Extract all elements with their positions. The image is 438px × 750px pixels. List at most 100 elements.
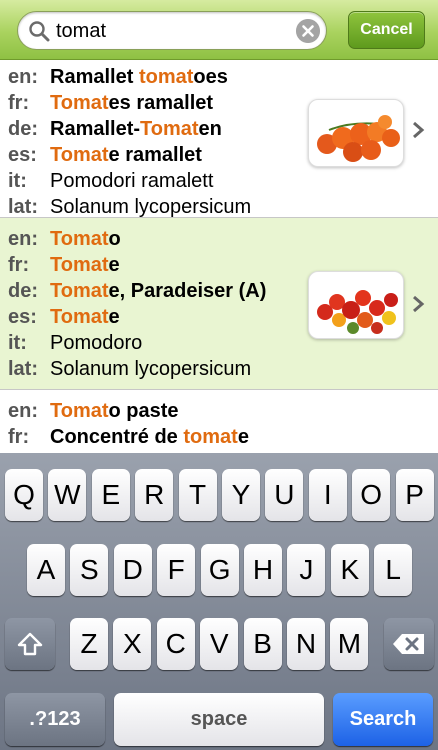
chevron-right-icon[interactable] — [411, 120, 425, 140]
key-s[interactable]: S — [70, 544, 109, 596]
term-text: Ramallet — [50, 66, 139, 88]
translation-term: Tomato — [50, 228, 121, 250]
translation-line: lat: Solanum lycopersicum — [8, 356, 251, 382]
translation-line: fr: Concentré de tomate — [8, 424, 249, 450]
language-code: fr: — [8, 254, 30, 276]
mixed-tomatoes-thumbnail — [308, 271, 404, 339]
language-code: es: — [8, 306, 37, 328]
key-y[interactable]: Y — [222, 469, 260, 521]
search-input[interactable] — [56, 18, 296, 44]
key-c[interactable]: C — [156, 618, 195, 670]
term-text: es ramallet — [108, 92, 214, 114]
search-icon — [29, 21, 50, 42]
language-code: de: — [8, 118, 38, 140]
match-highlight: tomat — [183, 426, 238, 448]
key-o[interactable]: O — [352, 469, 391, 521]
chevron-right-icon[interactable] — [411, 294, 425, 314]
key-a[interactable]: A — [27, 544, 65, 596]
term-text: e — [237, 426, 249, 448]
translation-term: Pomodori ramalett — [50, 170, 213, 192]
key-h[interactable]: H — [244, 544, 282, 596]
translation-line: it: Pomodori ramalett — [8, 168, 213, 194]
language-code: fr: — [8, 92, 30, 114]
match-highlight: Tomat — [50, 306, 109, 328]
language-code: fr: — [8, 426, 30, 448]
results-list[interactable]: en: Ramallet tomatoes fr: Tomates ramallet d… — [0, 60, 438, 453]
shift-icon — [17, 632, 43, 656]
translation-line: fr: Tomates ramallet — [8, 90, 213, 116]
key-p[interactable]: P — [395, 469, 434, 521]
search-header: Cancel — [0, 0, 438, 60]
key-k[interactable]: K — [330, 544, 369, 596]
translation-term: Tomate — [50, 306, 120, 328]
shift-key[interactable] — [5, 618, 55, 670]
translation-term: Tomate, Paradeiser (A) — [50, 280, 266, 302]
numbers-key[interactable]: .?123 — [5, 693, 105, 746]
key-j[interactable]: J — [287, 544, 326, 596]
key-x[interactable]: X — [113, 618, 152, 670]
search-field[interactable] — [17, 11, 327, 50]
key-q[interactable]: Q — [5, 469, 43, 521]
translation-line: en: Tomato paste — [8, 398, 179, 424]
key-d[interactable]: D — [113, 544, 152, 596]
translation-term: Solanum lycopersicum — [50, 358, 251, 380]
translation-line: lat: Solanum lycopersicum — [8, 194, 251, 220]
match-highlight: Tomat — [50, 400, 109, 422]
key-r[interactable]: R — [135, 469, 174, 521]
language-code: en: — [8, 66, 38, 88]
translation-line: en: Ramallet tomatoes — [8, 64, 228, 90]
language-code: de: — [8, 280, 38, 302]
term-text: Pomodori ramalett — [50, 170, 214, 192]
term-text: o paste — [108, 400, 179, 422]
key-z[interactable]: Z — [70, 618, 108, 670]
key-v[interactable]: V — [200, 618, 239, 670]
match-highlight: tomat — [138, 66, 194, 88]
translation-term: Tomato paste — [50, 400, 179, 422]
translation-line: fr: Tomate — [8, 252, 120, 278]
term-text: Concentré de — [50, 426, 184, 448]
clear-icon[interactable] — [296, 19, 320, 43]
translation-term: Pomodoro — [50, 332, 142, 354]
tomato-cluster-thumbnail — [308, 99, 404, 167]
language-code: es: — [8, 144, 37, 166]
translation-line: de: Tomate, Paradeiser (A) — [8, 278, 266, 304]
term-text: Solanum lycopersicum — [50, 196, 252, 218]
language-code: en: — [8, 228, 38, 250]
key-u[interactable]: U — [265, 469, 304, 521]
translation-line: en: Tomato — [8, 226, 121, 252]
language-code: it: — [8, 332, 27, 354]
delete-key[interactable] — [384, 618, 434, 670]
match-highlight: Tomat — [50, 254, 109, 276]
match-highlight: Tomat — [50, 92, 109, 114]
match-highlight: Tomat — [140, 118, 199, 140]
key-m[interactable]: M — [330, 618, 369, 670]
translation-term: Tomate ramallet — [50, 144, 202, 166]
match-highlight: Tomat — [50, 144, 109, 166]
result-item-tomato-paste[interactable]: en: Tomato paste fr: Concentré de tomate — [0, 390, 438, 453]
language-code: lat: — [8, 196, 38, 218]
cancel-button[interactable]: Cancel — [348, 11, 425, 49]
key-i[interactable]: I — [308, 469, 347, 521]
key-n[interactable]: N — [287, 618, 325, 670]
translation-term: Ramallet-Tomaten — [50, 118, 222, 140]
term-text: Solanum lycopersicum — [50, 358, 252, 380]
keyboard: .?123 space Search QWERTYUIOP ASDFGHJKL ZX… — [0, 453, 438, 750]
key-t[interactable]: T — [178, 469, 217, 521]
term-text: e — [108, 254, 120, 276]
key-g[interactable]: G — [200, 544, 239, 596]
search-key[interactable]: Search — [333, 693, 433, 746]
key-l[interactable]: L — [374, 544, 413, 596]
translation-line: it: Pomodoro — [8, 330, 142, 356]
key-w[interactable]: W — [48, 469, 87, 521]
key-f[interactable]: F — [157, 544, 196, 596]
language-code: en: — [8, 400, 38, 422]
key-e[interactable]: E — [91, 469, 130, 521]
backspace-icon — [393, 634, 424, 654]
term-text: e — [108, 306, 120, 328]
language-code: it: — [8, 170, 27, 192]
translation-term: Concentré de tomate — [50, 426, 249, 448]
space-key[interactable]: space — [114, 693, 324, 746]
key-b[interactable]: B — [243, 618, 282, 670]
match-highlight: Tomat — [50, 280, 109, 302]
term-text: o — [108, 228, 121, 250]
